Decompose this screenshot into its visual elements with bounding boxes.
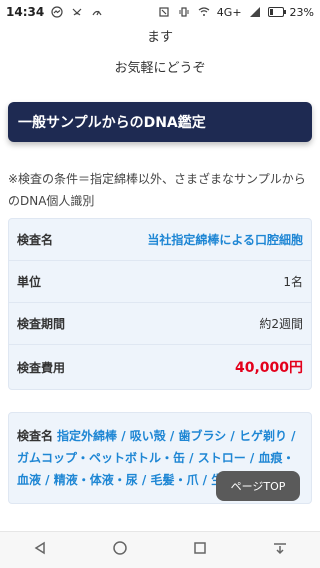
download-icon — [272, 540, 288, 560]
recents-button[interactable] — [184, 534, 216, 566]
sample-table-label: 検査名 — [17, 429, 54, 443]
row-label-unit: 単位 — [17, 275, 42, 289]
network-text: 4G+ — [216, 5, 242, 19]
wifi-icon — [197, 5, 211, 19]
info-table: 検査名 当社指定綿棒による口腔細胞 単位 1名 検査期間 約2週間 検査費用 4… — [8, 218, 312, 390]
section-title: 一般サンプルからのDNA鑑定 — [18, 115, 206, 131]
fee-value: 40,000円 — [234, 360, 303, 376]
unit-value: 1名 — [283, 275, 303, 289]
table-row: 検査名 当社指定綿棒による口腔細胞 — [9, 219, 311, 261]
home-icon — [112, 540, 128, 560]
row-label-test-name: 検査名 — [17, 233, 54, 247]
home-button[interactable] — [104, 534, 136, 566]
table-row: 検査費用 40,000円 — [9, 345, 311, 389]
intro-line-1: ます — [146, 30, 173, 45]
status-bar: 14:34 4G+ 23% — [0, 0, 320, 24]
vibrate-icon — [177, 5, 191, 19]
table-row: 単位 1名 — [9, 261, 311, 303]
battery-text: 23% — [289, 5, 314, 19]
row-label-fee: 検査費用 — [17, 360, 66, 375]
navigation-bar — [0, 531, 320, 568]
battery-icon — [267, 7, 286, 17]
download-button[interactable] — [264, 534, 296, 566]
page-top-button[interactable]: ページTOP — [216, 471, 300, 501]
nfc-icon — [157, 5, 171, 19]
back-button[interactable] — [24, 534, 56, 566]
signal-icon — [248, 5, 262, 19]
recents-icon — [192, 540, 208, 560]
section-header: 一般サンプルからのDNA鑑定 — [8, 102, 312, 142]
condition-note: ※検査の条件＝指定綿棒以外、さまざまなサンプルからのDNA個人識別 — [8, 172, 306, 208]
status-left: 14:34 — [6, 5, 104, 19]
battery-fill — [269, 9, 273, 15]
missed-call-icon — [70, 5, 84, 19]
messenger-icon — [50, 5, 64, 19]
page-top-label: ページTOP — [230, 480, 286, 493]
intro-line-2: お気軽にどうぞ — [114, 61, 206, 76]
row-label-period: 検査期間 — [17, 317, 66, 331]
period-value: 約2週間 — [259, 317, 303, 331]
table-row: 検査期間 約2週間 — [9, 303, 311, 345]
back-icon — [32, 540, 48, 560]
page-content: ます お気軽にどうぞ 一般サンプルからのDNA鑑定 ※検査の条件＝指定綿棒以外、… — [0, 24, 320, 531]
test-name-link[interactable]: 当社指定綿棒による口腔細胞 — [147, 231, 303, 248]
status-time: 14:34 — [6, 5, 45, 19]
status-right: 4G+ 23% — [157, 5, 314, 19]
data-speed-icon — [90, 5, 104, 19]
